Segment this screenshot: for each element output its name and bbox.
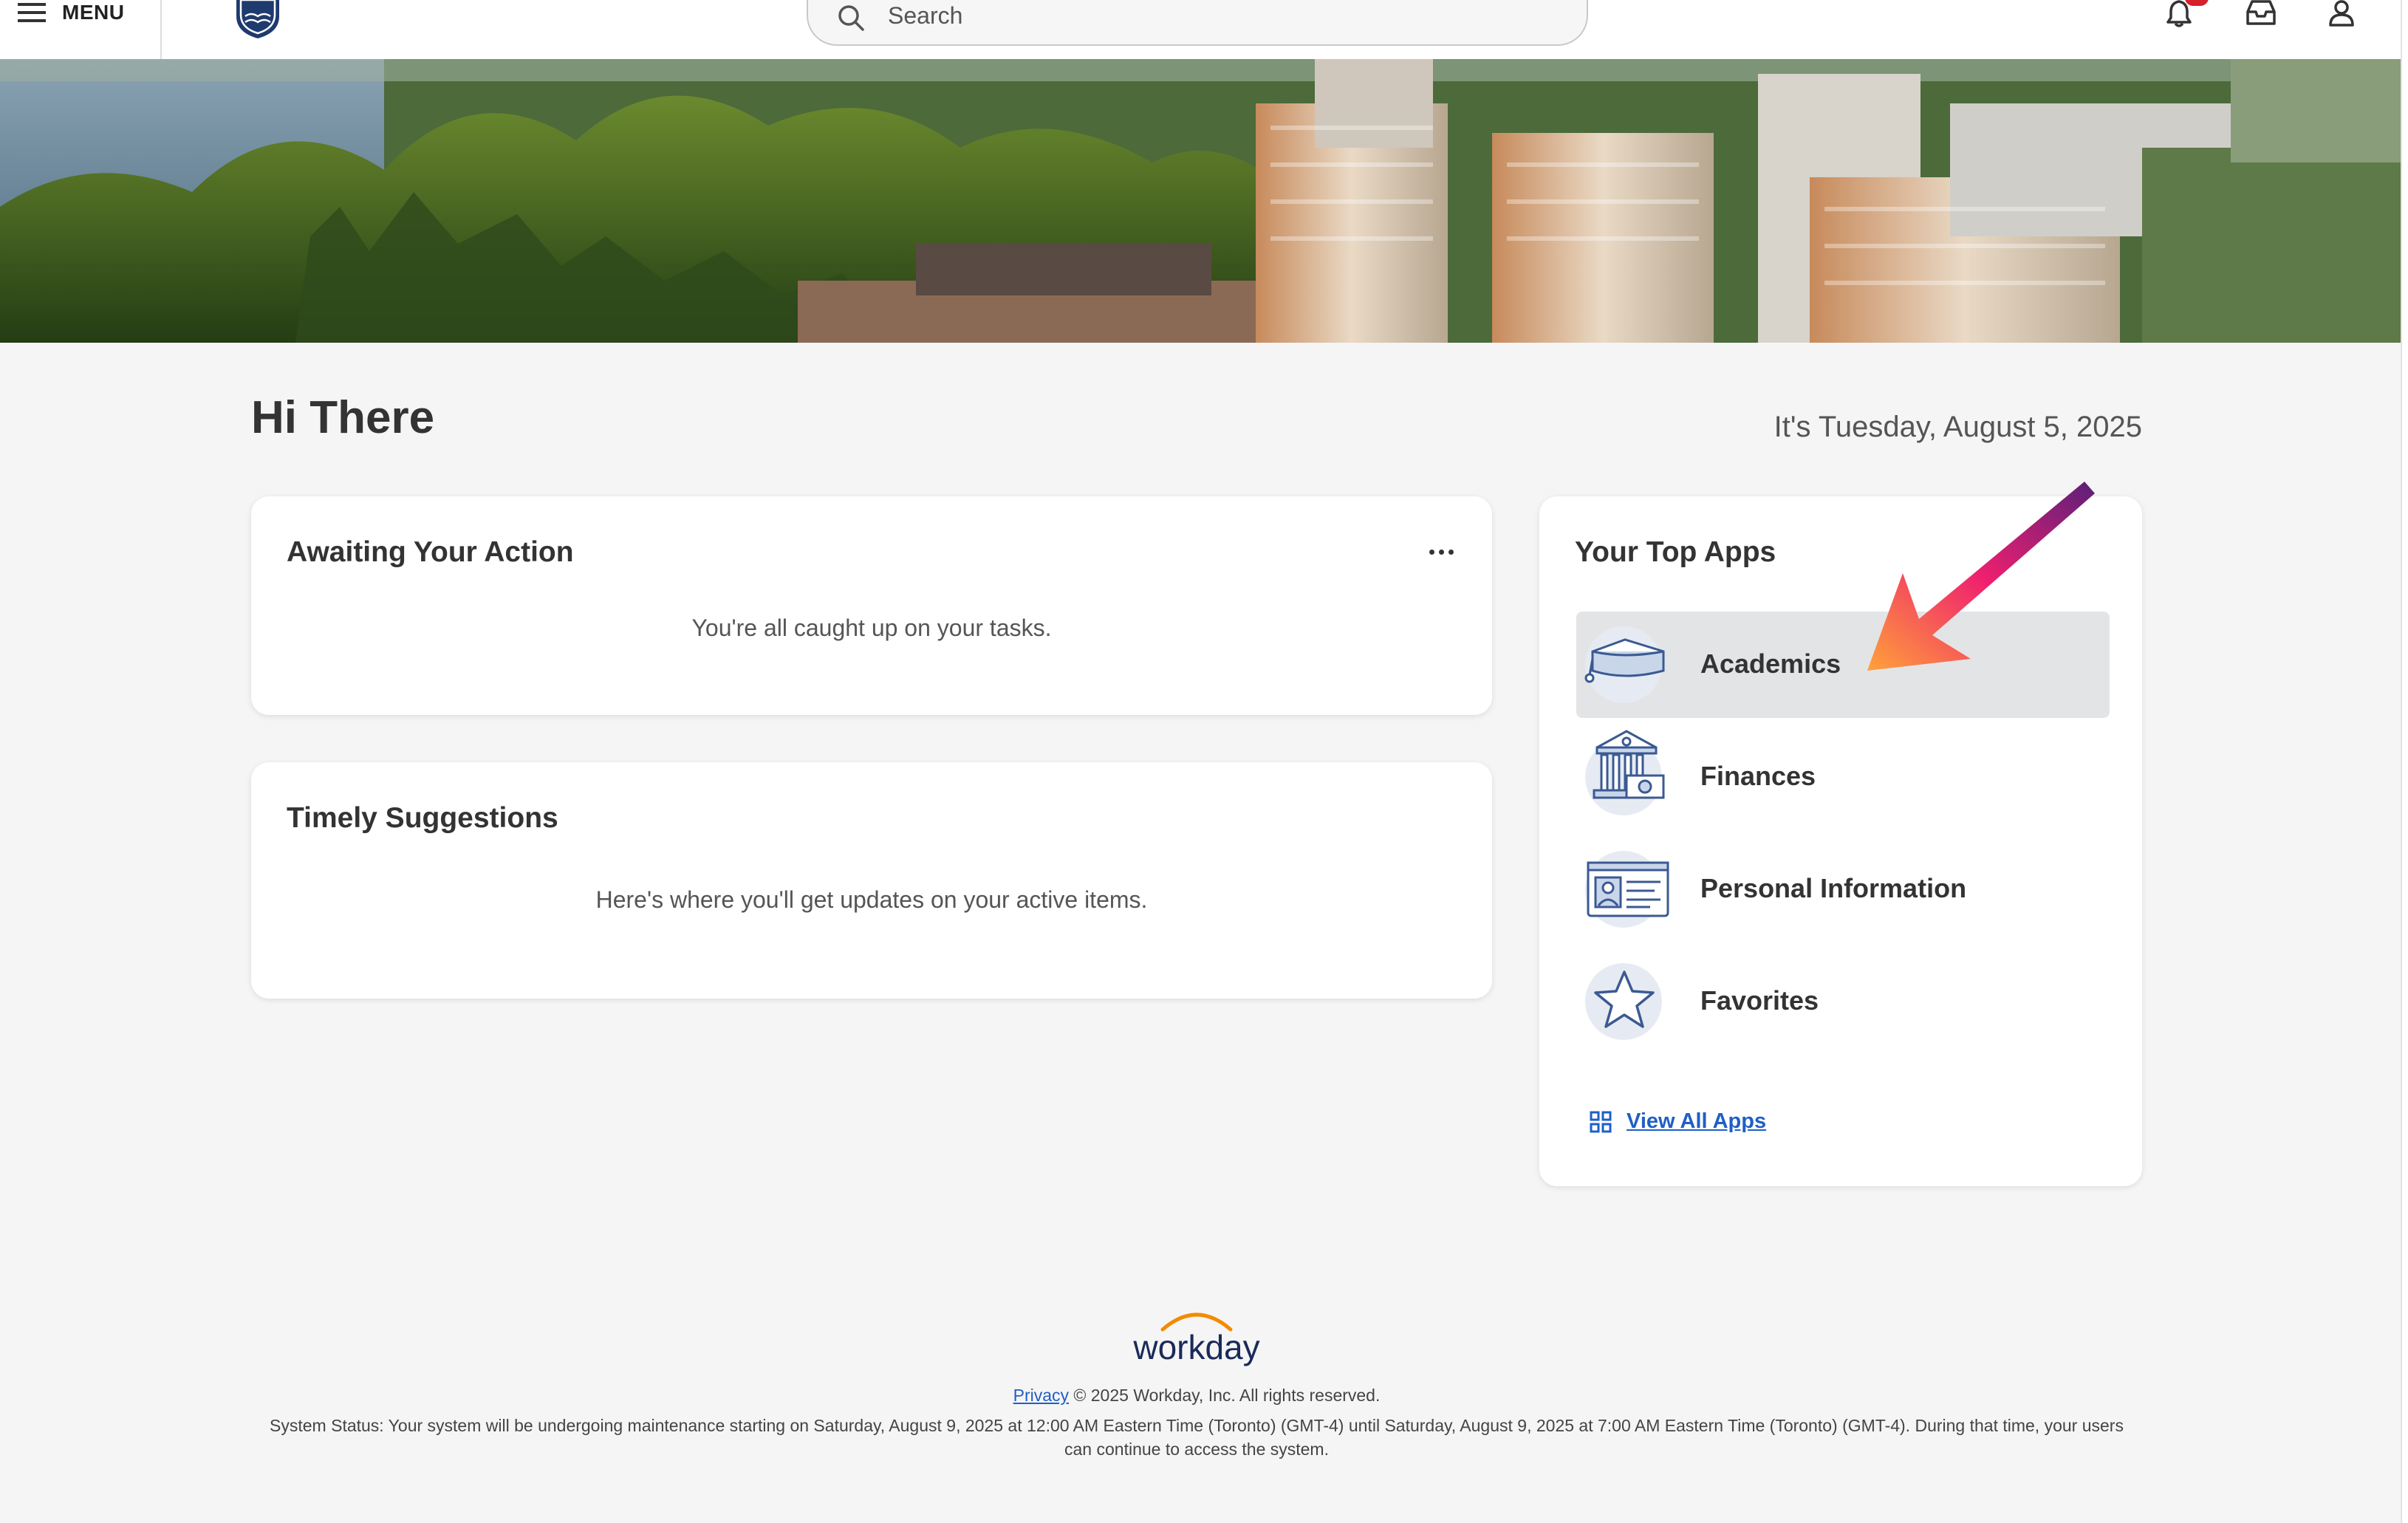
app-label: Favorites [1700, 985, 1819, 1016]
bank-icon [1593, 730, 1665, 799]
footer-copyright-line: Privacy © 2025 Workday, Inc. All rights … [0, 1386, 2393, 1406]
timely-suggestions-title: Timely Suggestions [287, 802, 558, 834]
view-all-apps-link[interactable]: View All Apps [1590, 1109, 1766, 1134]
graduation-cap-icon [1584, 638, 1665, 683]
app-favorites[interactable]: Favorites [1576, 948, 2110, 1055]
search-bar[interactable] [807, 0, 1588, 46]
app-label: Personal Information [1700, 873, 1967, 903]
awaiting-action-card: Awaiting Your Action You're all caught u… [251, 496, 1492, 715]
annotation-arrow [1867, 482, 2095, 671]
university-crest-logo[interactable] [233, 0, 282, 38]
app-label: Academics [1700, 648, 1841, 679]
page: MENU Search Hi There It's Tuesday, Augus… [0, 0, 2402, 1523]
profile-icon[interactable] [2327, 0, 2356, 28]
current-date: It's Tuesday, August 5, 2025 [1773, 411, 2142, 443]
search-input[interactable] [886, 0, 1539, 31]
app-finances[interactable]: Finances [1576, 724, 2110, 830]
window-edge [2401, 0, 2408, 1523]
search-icon [838, 5, 864, 31]
view-all-apps-label[interactable]: View All Apps [1627, 1109, 1766, 1134]
hamburger-icon [18, 3, 46, 22]
menu-label: MENU [62, 1, 125, 24]
id-card-icon [1587, 861, 1669, 917]
star-icon [1594, 971, 1655, 1028]
workday-logo: workday [1132, 1312, 1260, 1366]
timely-suggestions-message: Here's where you'll get updates on your … [595, 886, 1148, 913]
awaiting-action-message: You're all caught up on your tasks. [691, 615, 1052, 641]
privacy-link[interactable]: Privacy [1013, 1386, 1069, 1405]
campus-banner-image [0, 59, 2402, 343]
grid-icon [1590, 1111, 1612, 1132]
app-label: Finances [1700, 761, 1816, 791]
awaiting-action-title: Awaiting Your Action [287, 536, 574, 568]
inbox-icon[interactable] [2245, 0, 2277, 28]
page-title: Hi There [251, 392, 435, 443]
copyright-text: © 2025 Workday, Inc. All rights reserved… [1073, 1386, 1381, 1405]
more-dots-icon [1429, 550, 1434, 555]
system-status-message: System Status: Your system will be under… [270, 1416, 2124, 1459]
more-options-button[interactable] [1429, 550, 1454, 555]
app-personal-information[interactable]: Personal Information [1576, 836, 2110, 942]
top-header: MENU [0, 0, 2402, 61]
workday-wordmark: workday [1132, 1328, 1259, 1366]
top-apps-title: Your Top Apps [1575, 536, 1776, 568]
header-divider [160, 0, 162, 59]
timely-suggestions-card: Timely Suggestions Here's where you'll g… [251, 762, 1492, 999]
menu-button[interactable]: MENU [18, 0, 124, 25]
